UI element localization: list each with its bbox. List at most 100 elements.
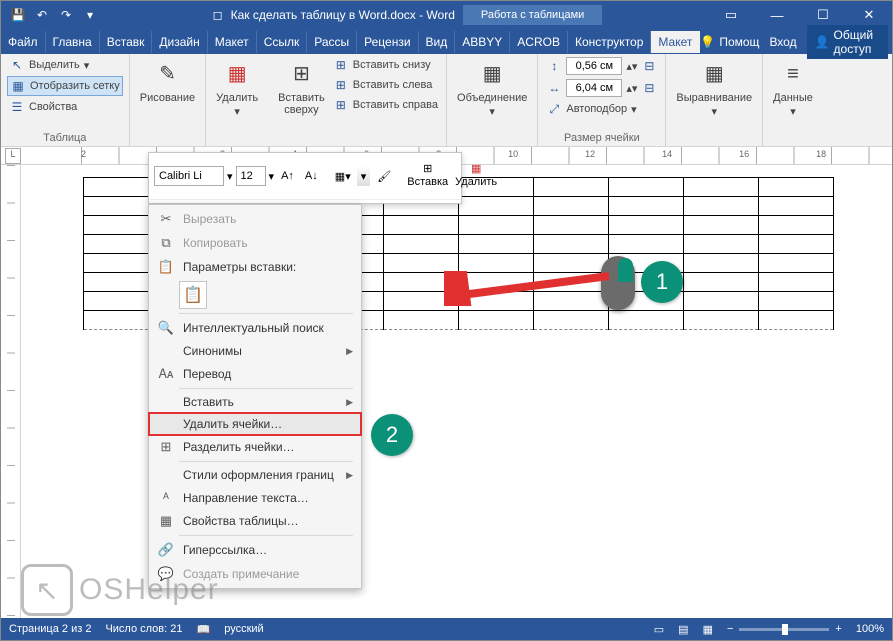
group-table: ↖Выделить ▾ ▦Отобразить сетку ☰Свойства … — [1, 54, 130, 146]
tab-table-design[interactable]: Конструктор — [568, 31, 651, 53]
merge-icon: ▦ — [476, 58, 508, 90]
ctx-paste-options: 📋Параметры вставки: — [149, 255, 361, 279]
autofit-button[interactable]: ⤢Автоподбор ▾ — [544, 100, 659, 118]
tab-review[interactable]: Рецензи — [357, 31, 418, 53]
context-menu: ✂Вырезать ⧉Копировать 📋Параметры вставки… — [148, 204, 362, 589]
ctx-translate[interactable]: 🗛Перевод — [149, 362, 361, 386]
ctx-synonyms[interactable]: Синонимы▶ — [149, 340, 361, 362]
ctx-cut[interactable]: ✂Вырезать — [149, 207, 361, 231]
row-height-field[interactable]: ↕▴▾⊟ — [544, 56, 659, 76]
fill-color-icon[interactable]: ▾ — [357, 166, 371, 186]
view-print-icon[interactable]: ▤ — [678, 623, 688, 636]
properties-button[interactable]: ☰Свойства — [7, 98, 123, 116]
grow-font-icon[interactable]: A↑ — [277, 166, 298, 186]
zoom-in-icon[interactable]: + — [835, 623, 841, 635]
insert-above-icon: ⊞ — [285, 58, 317, 90]
insert-right-button[interactable]: ⊞Вставить справа — [331, 96, 440, 114]
share-icon: 👤 — [815, 35, 830, 49]
undo-icon[interactable]: ↶ — [31, 4, 53, 26]
shrink-font-icon[interactable]: A↓ — [301, 166, 322, 186]
ctx-copy[interactable]: ⧉Копировать — [149, 231, 361, 255]
save-icon[interactable]: 💾 — [7, 4, 29, 26]
tab-table-layout[interactable]: Макет — [651, 31, 700, 53]
tab-file[interactable]: Файл — [1, 31, 46, 53]
distribute-cols-icon[interactable]: ⊟ — [641, 80, 657, 96]
insert-left-button[interactable]: ⊞Вставить слева — [331, 76, 440, 94]
ribbon-tabs: Файл Главна Вставк Дизайн Макет Ссылк Ра… — [1, 29, 892, 54]
zoom-slider[interactable]: − + — [727, 623, 842, 635]
copy-icon: ⧉ — [157, 235, 175, 251]
font-family-input[interactable] — [154, 166, 224, 186]
tab-insert[interactable]: Вставк — [100, 31, 153, 53]
group-cell-size: ↕▴▾⊟ ↔▴▾⊟ ⤢Автоподбор ▾ Размер ячейки — [538, 54, 666, 146]
mini-toolbar: ▾ ▾ A↑ A↓ ▦▾ ▾ 🖌 ⊞Вставка ▦Удалить Ж К ≡… — [148, 152, 462, 204]
tab-abbyy[interactable]: ABBYY — [455, 31, 510, 53]
alignment-button[interactable]: ▦Выравнивание▾ — [672, 56, 756, 120]
ctx-table-properties[interactable]: ▦Свойства таблицы… — [149, 509, 361, 533]
watermark: ↖ OSHelper — [21, 564, 219, 616]
merge-button[interactable]: ▦Объединение▾ — [453, 56, 531, 120]
ctx-text-direction[interactable]: ᴬНаправление текста… — [149, 486, 361, 509]
zoom-out-icon[interactable]: − — [727, 623, 733, 635]
group-data: ≡Данные▾ — [763, 54, 823, 146]
view-read-icon[interactable]: ▭ — [654, 623, 664, 636]
status-proofing-icon[interactable]: 📖 — [197, 623, 211, 636]
row-height-input[interactable] — [566, 57, 622, 75]
tab-references[interactable]: Ссылк — [257, 31, 308, 53]
format-painter-icon[interactable]: 🖌 — [373, 166, 395, 186]
font-size-input[interactable] — [236, 166, 266, 186]
properties-icon: ☰ — [9, 99, 25, 115]
tell-me-icon[interactable]: 💡 — [700, 35, 715, 49]
status-page[interactable]: Страница 2 из 2 — [9, 623, 91, 635]
draw-button[interactable]: ✎Рисование — [136, 56, 199, 106]
insert-above-button[interactable]: ⊞Вставить сверху — [274, 56, 329, 118]
ctx-insert[interactable]: Вставить▶ — [149, 391, 361, 413]
ctx-split-cells[interactable]: ⊞Разделить ячейки… — [149, 435, 361, 459]
tab-view[interactable]: Вид — [419, 31, 456, 53]
pencil-icon: ✎ — [151, 58, 183, 90]
group-alignment: ▦Выравнивание▾ — [666, 54, 763, 146]
ctx-hyperlink[interactable]: 🔗Гиперссылка… — [149, 538, 361, 562]
search-icon: 🔍 — [157, 320, 175, 336]
border-style-icon[interactable]: ▦▾ — [332, 166, 354, 186]
tab-acrobat[interactable]: ACROB — [510, 31, 568, 53]
mini-delete-button[interactable]: ▦Удалить — [453, 163, 499, 189]
col-width-field[interactable]: ↔▴▾⊟ — [544, 78, 659, 98]
distribute-rows-icon[interactable]: ⊟ — [641, 58, 657, 74]
col-width-input[interactable] — [566, 79, 622, 97]
group-cellsize-label: Размер ячейки — [544, 130, 659, 144]
share-label: Общий доступ — [834, 28, 880, 56]
insert-below-button[interactable]: ⊞Вставить снизу — [331, 56, 440, 74]
redo-icon[interactable]: ↷ — [55, 4, 77, 26]
status-language[interactable]: русский — [224, 623, 263, 635]
callout-1: 1 — [641, 261, 683, 303]
group-delete: ▦Удалить▾ — [206, 54, 268, 146]
ctx-border-styles[interactable]: Стили оформления границ▶ — [149, 464, 361, 486]
signin-label[interactable]: Вход — [769, 35, 796, 49]
ctx-smart-lookup[interactable]: 🔍Интеллектуальный поиск — [149, 316, 361, 340]
mouse-callout-icon — [601, 256, 635, 310]
data-button[interactable]: ≡Данные▾ — [769, 56, 817, 120]
select-button[interactable]: ↖Выделить ▾ — [7, 56, 123, 74]
zoom-level[interactable]: 100% — [856, 623, 884, 635]
view-gridlines-button[interactable]: ▦Отобразить сетку — [7, 76, 123, 96]
ctx-delete-cells[interactable]: Удалить ячейки… — [149, 413, 361, 435]
tab-mailings[interactable]: Рассы — [307, 31, 357, 53]
delete-button[interactable]: ▦Удалить▾ — [212, 56, 262, 120]
tell-me-label[interactable]: Помощ — [719, 35, 759, 49]
watermark-cursor-icon: ↖ — [21, 564, 73, 616]
tab-design[interactable]: Дизайн — [152, 31, 207, 53]
qat-custom-icon[interactable]: ▾ — [79, 4, 101, 26]
view-web-icon[interactable]: ▦ — [703, 623, 713, 636]
tab-home[interactable]: Главна — [46, 31, 100, 53]
mini-insert-button[interactable]: ⊞Вставка — [405, 163, 450, 189]
paste-option-keep-source[interactable]: 📋 — [179, 281, 207, 309]
tab-layout[interactable]: Макет — [208, 31, 257, 53]
ruler-vertical[interactable] — [1, 165, 21, 618]
statusbar: Страница 2 из 2 Число слов: 21 📖 русский… — [1, 618, 892, 640]
cut-icon: ✂ — [157, 211, 175, 227]
status-words[interactable]: Число слов: 21 — [105, 623, 182, 635]
group-table-label: Таблица — [7, 130, 123, 144]
width-icon: ↔ — [546, 80, 562, 96]
insert-below-icon: ⊞ — [333, 57, 349, 73]
